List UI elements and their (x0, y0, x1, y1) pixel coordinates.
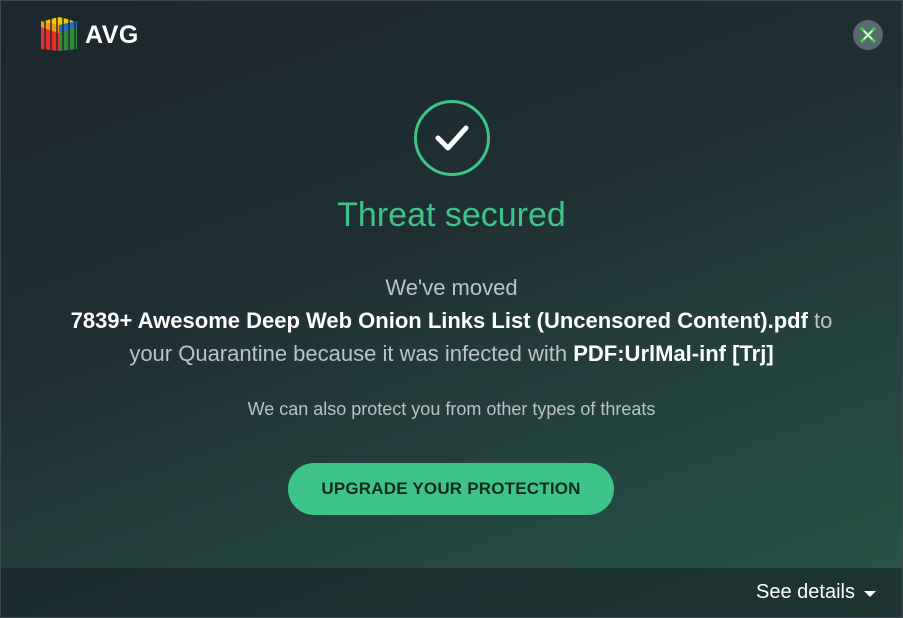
brand-name: AVG (85, 20, 139, 49)
close-icon (860, 27, 876, 43)
quarantine-text: your Quarantine because it was infected … (129, 341, 574, 366)
see-details-button[interactable]: See details (756, 581, 876, 604)
see-details-label: See details (756, 581, 855, 603)
avg-logo: AVG (37, 15, 139, 55)
close-button[interactable] (853, 20, 883, 50)
message-line-2: 7839+ Awesome Deep Web Onion Links List … (1, 304, 902, 337)
upgrade-protection-button[interactable]: UPGRADE YOUR PROTECTION (288, 463, 614, 515)
notification-message: We've moved 7839+ Awesome Deep Web Onion… (1, 271, 902, 370)
footer-bar: See details (1, 568, 902, 617)
upsell-text: We can also protect you from other types… (247, 399, 656, 419)
infected-file-name: 7839+ Awesome Deep Web Onion Links List … (70, 308, 808, 333)
notification-title: Threat secured (337, 196, 566, 234)
chevron-down-icon (864, 591, 876, 597)
message-line-1: We've moved (385, 275, 518, 300)
status-circle (414, 100, 490, 176)
avg-notification-window: AVG Threat secured We've moved 7839+ Awe… (0, 0, 903, 618)
checkmark-icon (435, 125, 469, 151)
avg-logo-icon (41, 17, 77, 53)
message-line-3: your Quarantine because it was infected … (1, 337, 902, 370)
message-to-text: to (807, 308, 833, 333)
threat-name: PDF:UrlMal-inf [Trj] (573, 341, 774, 366)
